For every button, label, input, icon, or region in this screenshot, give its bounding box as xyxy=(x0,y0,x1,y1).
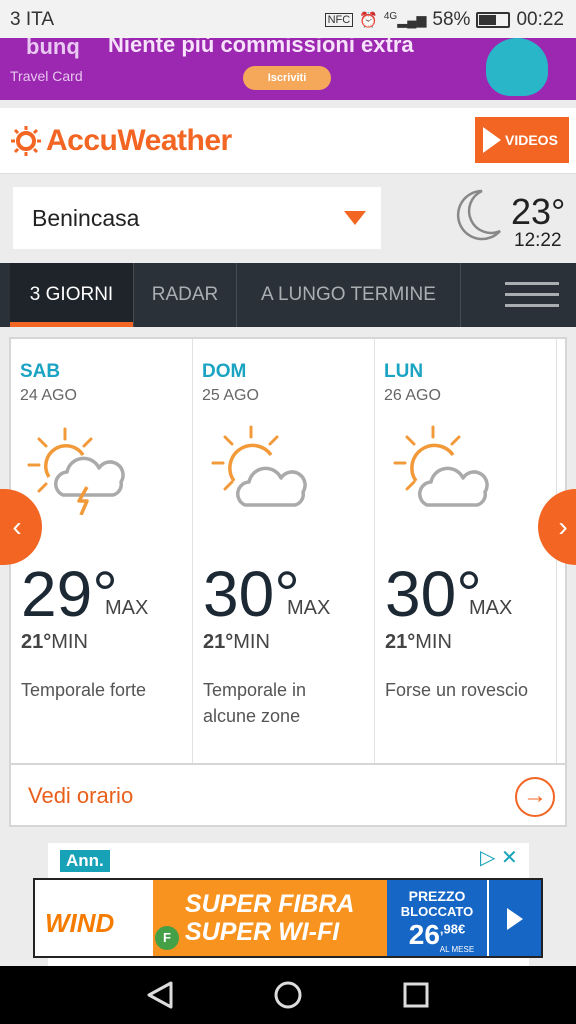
ad-label: Ann. xyxy=(60,850,110,872)
battery-fill xyxy=(479,15,496,25)
chevron-right-icon: › xyxy=(558,511,568,542)
min-value: 21° xyxy=(203,631,234,653)
adchoices-icon[interactable]: ▷ xyxy=(480,847,495,869)
vedi-orario-link[interactable]: Vedi orario → xyxy=(11,763,565,825)
forecast-day[interactable]: DOM 25 AGO 30° MAX 21°MIN Temporale in a… xyxy=(193,339,375,763)
tab-radar[interactable]: RADAR xyxy=(134,263,237,327)
ad-go-button[interactable] xyxy=(489,880,541,956)
location-selector[interactable]: Benincasa xyxy=(13,187,381,249)
ad-headline: Niente più commissioni extra xyxy=(108,38,414,57)
arrow-right-circle-icon: → xyxy=(515,777,555,817)
min-label: MIN xyxy=(51,631,88,653)
dropdown-caret-icon xyxy=(344,211,366,225)
condition-text: Temporale forte xyxy=(21,680,147,700)
ad-choices-close[interactable]: ▷ ✕ xyxy=(480,845,518,870)
ad-card-label: Travel Card xyxy=(10,68,83,84)
helmet-icon xyxy=(486,38,548,96)
max-temperature: 30° xyxy=(385,558,482,630)
day-name: LUN xyxy=(384,361,424,382)
forecast-day[interactable]: SAB 24 AGO 29° MAX 21°MIN Temporale fort… xyxy=(11,339,193,763)
accuweather-sun-icon xyxy=(11,126,41,156)
day-name: SAB xyxy=(20,361,61,382)
chevron-left-icon: ‹ xyxy=(12,511,22,542)
min-temperature: 21°MIN xyxy=(21,631,88,654)
carrier-label: 3 ITA xyxy=(10,9,54,30)
condition-text: Temporale in alcune zone xyxy=(203,680,307,726)
price-int: 26 xyxy=(408,919,440,950)
play-icon xyxy=(483,127,501,153)
battery-icon xyxy=(476,12,511,28)
ad-line-1: SUPER FIBRA xyxy=(185,890,355,918)
max-label: MAX xyxy=(287,597,331,619)
ad-price-panel: PREZZO BLOCCATO 26,98€ AL MESE xyxy=(387,880,487,956)
partly-cloudy-icon xyxy=(393,425,489,507)
min-temperature: 21°MIN xyxy=(385,631,452,654)
current-temperature: 23° xyxy=(511,191,566,232)
tab-3-giorni[interactable]: 3 GIORNI xyxy=(10,263,134,327)
day-date: 25 AGO xyxy=(202,387,259,404)
partly-cloudy-icon xyxy=(211,425,307,507)
battery-percent: 58% xyxy=(432,9,471,30)
ad-brand: bunq xyxy=(26,38,80,59)
hamburger-menu-icon[interactable] xyxy=(505,282,559,308)
alarm-icon: ⏰ xyxy=(359,12,378,29)
moon-icon xyxy=(456,189,501,241)
min-label: MIN xyxy=(233,631,270,653)
forecast-day[interactable]: LUN 26 AGO 30° MAX 21°MIN Forse un roves… xyxy=(375,339,557,763)
price-title: PREZZO xyxy=(408,888,466,904)
videos-button[interactable]: VIDEOS xyxy=(475,117,569,163)
signal-icon: 4G▂▄▆ xyxy=(383,11,427,28)
max-temperature: 30° xyxy=(203,558,300,630)
home-icon[interactable] xyxy=(273,980,303,1010)
current-time: 12:22 xyxy=(514,230,562,251)
energy-badge-icon: F xyxy=(155,926,179,950)
day-date: 26 AGO xyxy=(384,387,441,404)
recent-apps-icon[interactable] xyxy=(402,981,430,1009)
min-value: 21° xyxy=(21,631,52,653)
min-label: MIN xyxy=(415,631,452,653)
min-value: 21° xyxy=(385,631,416,653)
day-date: 24 AGO xyxy=(20,387,77,404)
back-icon[interactable] xyxy=(145,980,175,1010)
thunderstorm-icon xyxy=(27,427,125,515)
max-label: MAX xyxy=(469,597,513,619)
vedi-orario-label: Vedi orario xyxy=(28,783,134,808)
ad-cta-button[interactable]: Iscriviti xyxy=(243,66,331,90)
tab-a-lungo-termine[interactable]: A LUNGO TERMINE xyxy=(237,263,461,327)
videos-label: VIDEOS xyxy=(505,132,558,148)
network-type: 4G xyxy=(383,11,398,23)
close-icon[interactable]: ✕ xyxy=(501,847,518,869)
forecast-tabs: 3 GIORNI RADAR A LUNGO TERMINE xyxy=(0,263,576,327)
location-name: Benincasa xyxy=(32,205,140,231)
forecast-card: SAB 24 AGO 29° MAX 21°MIN Temporale fort… xyxy=(9,337,567,827)
play-icon xyxy=(507,908,523,930)
nfc-icon: NFC xyxy=(324,13,354,27)
min-temperature: 21°MIN xyxy=(203,631,270,654)
app-header: AccuWeather VIDEOS xyxy=(0,108,576,174)
condition-text: Forse un rovescio xyxy=(385,680,529,700)
location-row: Benincasa 23° 12:22 xyxy=(0,175,576,263)
price-decimal: ,98€ xyxy=(439,921,466,937)
ad-line-2: SUPER WI-FI xyxy=(185,918,340,946)
max-temperature: 29° xyxy=(21,558,118,630)
wind-logo: WIND xyxy=(45,908,115,938)
max-label: MAX xyxy=(105,597,149,619)
day-name: DOM xyxy=(202,361,247,382)
wind-ad[interactable]: WIND SUPER FIBRA SUPER WI-FI F PREZZO BL… xyxy=(33,878,543,958)
accuweather-logo[interactable]: AccuWeather xyxy=(46,124,232,158)
status-bar: 3 ITA NFC ⏰ 4G▂▄▆ 58% 00:22 xyxy=(0,0,576,38)
price-subtitle: BLOCCATO xyxy=(400,904,474,919)
status-icons: NFC ⏰ 4G▂▄▆ 58% 00:22 xyxy=(324,9,564,31)
system-navigation-bar xyxy=(0,966,576,1024)
clock: 00:22 xyxy=(516,9,564,30)
top-ad-banner[interactable]: bunq Travel Card Niente più commissioni … xyxy=(0,38,576,100)
